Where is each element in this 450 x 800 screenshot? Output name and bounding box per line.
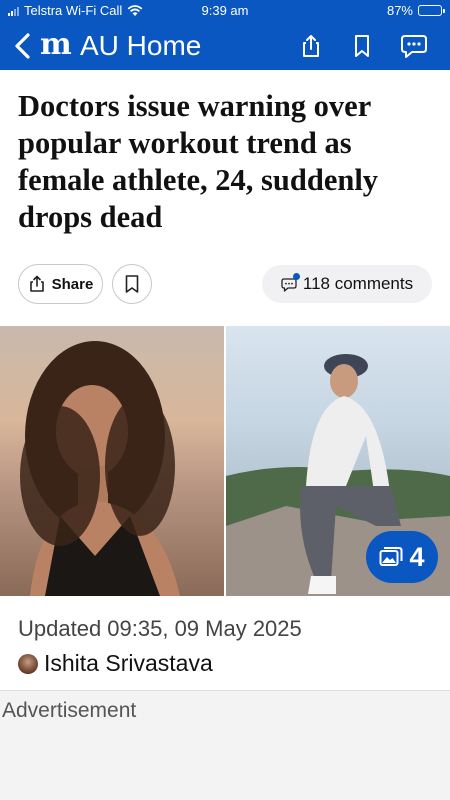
bookmark-icon[interactable] xyxy=(349,33,375,59)
advertisement-label: Advertisement xyxy=(2,699,137,722)
author-byline[interactable]: Ishita Srivastava xyxy=(18,650,213,677)
portrait-photo xyxy=(20,341,180,596)
back-icon[interactable] xyxy=(12,32,34,60)
comment-bubble-icon xyxy=(281,273,300,292)
comments-button[interactable]: 118 comments xyxy=(262,265,432,303)
bookmark-icon xyxy=(125,275,139,293)
article-image-left[interactable] xyxy=(0,326,224,596)
bookmark-button[interactable] xyxy=(112,264,152,304)
site-logo[interactable]: m xyxy=(40,30,72,60)
battery-icon xyxy=(418,5,445,16)
share-button[interactable]: Share xyxy=(18,264,103,304)
battery-percent: 87% xyxy=(386,3,413,18)
status-time: 9:39 am xyxy=(201,3,249,18)
share-icon[interactable] xyxy=(298,33,324,59)
status-bar: Telstra Wi-Fi Call 9:39 am 87% xyxy=(0,0,450,22)
article-headline: Doctors issue warning over popular worko… xyxy=(18,89,379,234)
comments-icon[interactable] xyxy=(400,33,428,59)
share-icon xyxy=(29,275,44,292)
nav-bar: m AU Home xyxy=(0,22,450,70)
new-comment-dot xyxy=(292,273,300,280)
gallery-icon xyxy=(379,547,403,566)
author-name[interactable]: Ishita Srivastava xyxy=(44,650,213,677)
avatar xyxy=(18,653,38,674)
page-title[interactable]: AU Home xyxy=(80,30,201,62)
gallery-button[interactable]: 4 xyxy=(366,531,438,583)
gallery-count: 4 xyxy=(409,541,425,572)
share-label: Share xyxy=(51,275,94,293)
updated-timestamp: Updated 09:35, 09 May 2025 xyxy=(18,616,302,641)
status-right: 87% xyxy=(386,3,445,18)
comments-count: 118 comments xyxy=(302,274,414,293)
